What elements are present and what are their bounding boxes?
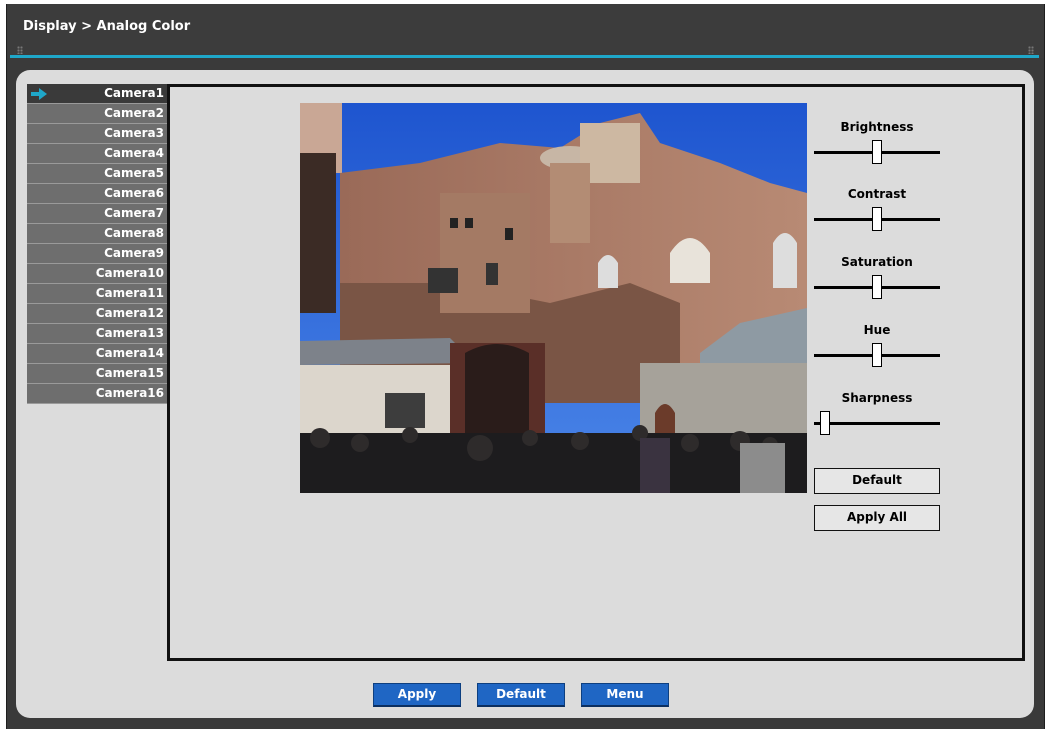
camera-item-label: Camera2 [104,106,164,120]
slider-hue: Hue [814,322,940,369]
camera-item-9[interactable]: Camera9 [27,244,167,264]
slider-thumb[interactable] [820,411,830,435]
camera-preview-image [300,103,807,493]
camera-item-15[interactable]: Camera15 [27,364,167,384]
grip-left-icon [17,46,23,54]
slider-label: Sharpness [841,391,913,405]
slider-track[interactable] [814,343,940,369]
camera-item-label: Camera6 [104,186,164,200]
slider-saturation: Saturation [814,254,940,301]
camera-item-label: Camera14 [95,346,164,360]
slider-label: Hue [863,323,891,337]
slider-track[interactable] [814,140,940,166]
camera-item-label: Camera16 [95,386,164,400]
camera-item-label: Camera4 [104,146,164,160]
slider-brightness: Brightness [814,119,940,166]
camera-item-label: Camera7 [104,206,164,220]
accent-divider [10,55,1039,58]
camera-item-label: Camera8 [104,226,164,240]
camera-item-1[interactable]: Camera1 [27,84,167,104]
default-button[interactable]: Default [814,468,940,494]
slider-track[interactable] [814,207,940,233]
slider-thumb[interactable] [872,207,882,231]
camera-item-13[interactable]: Camera13 [27,324,167,344]
slider-line [814,422,940,425]
slider-thumb[interactable] [872,140,882,164]
camera-item-label: Camera5 [104,166,164,180]
camera-item-10[interactable]: Camera10 [27,264,167,284]
menu-button[interactable]: Menu [581,683,669,707]
camera-item-label: Camera13 [95,326,164,340]
camera-list: Camera1 Camera2 Camera3 Camera4 Camera5 Camer… [27,84,167,404]
camera-item-label: Camera10 [95,266,164,280]
grip-right-icon [1028,46,1034,54]
camera-item-12[interactable]: Camera12 [27,304,167,324]
camera-item-label: Camera9 [104,246,164,260]
camera-item-label: Camera15 [95,366,164,380]
camera-item-label: Camera11 [95,286,164,300]
slider-label: Brightness [840,120,914,134]
camera-item-label: Camera1 [104,86,164,100]
camera-item-14[interactable]: Camera14 [27,344,167,364]
camera-item-6[interactable]: Camera6 [27,184,167,204]
camera-item-8[interactable]: Camera8 [27,224,167,244]
slider-thumb[interactable] [872,275,882,299]
camera-item-7[interactable]: Camera7 [27,204,167,224]
camera-item-label: Camera12 [95,306,164,320]
apply-button[interactable]: Apply [373,683,461,707]
camera-item-11[interactable]: Camera11 [27,284,167,304]
camera-item-5[interactable]: Camera5 [27,164,167,184]
slider-label: Saturation [841,255,913,269]
camera-item-4[interactable]: Camera4 [27,144,167,164]
slider-track[interactable] [814,411,940,437]
slider-label: Contrast [847,187,907,201]
breadcrumb: Display > Analog Color [23,19,191,34]
slider-contrast: Contrast [814,186,940,233]
apply-all-button[interactable]: Apply All [814,505,940,531]
slider-sharpness: Sharpness [814,390,940,437]
camera-item-3[interactable]: Camera3 [27,124,167,144]
bottom-default-button[interactable]: Default [477,683,565,707]
camera-item-16[interactable]: Camera16 [27,384,167,404]
slider-track[interactable] [814,275,940,301]
selected-arrow-icon [31,88,47,100]
camera-item-label: Camera3 [104,126,164,140]
camera-item-2[interactable]: Camera2 [27,104,167,124]
slider-thumb[interactable] [872,343,882,367]
